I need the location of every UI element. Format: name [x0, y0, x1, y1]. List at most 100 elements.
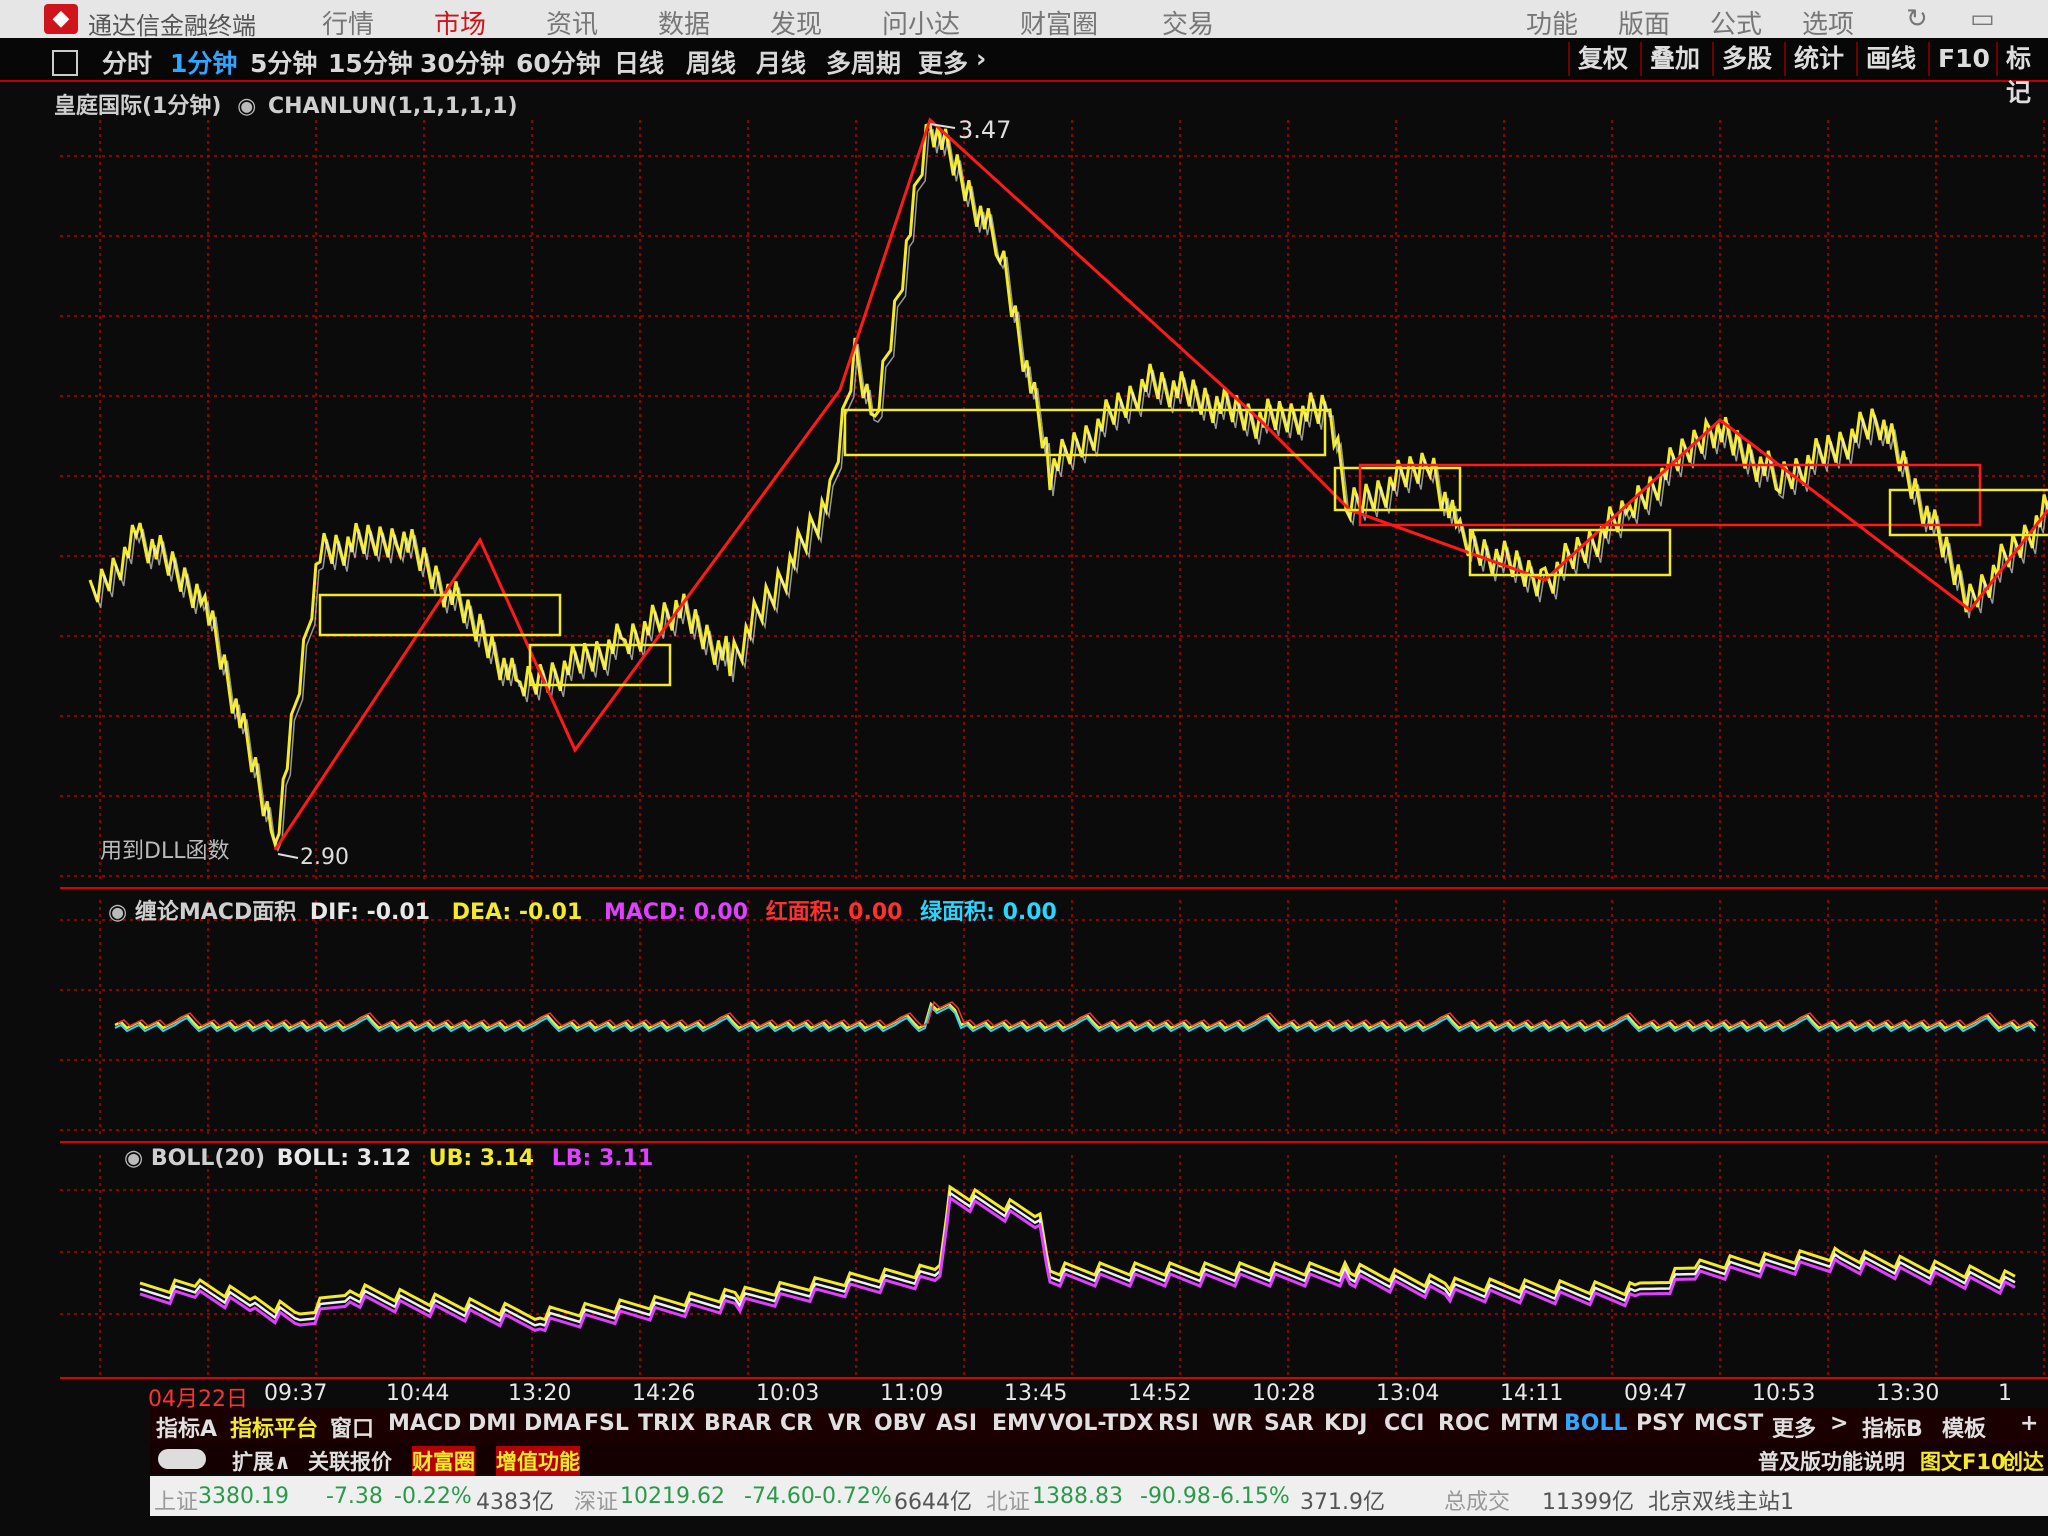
- tool-draw[interactable]: 画线: [1856, 42, 1916, 76]
- menu-item-quotes[interactable]: 行情: [322, 4, 374, 41]
- menu-item-ask[interactable]: 问小达: [882, 4, 960, 41]
- period-toolbar: 分时 1分钟 5分钟 15分钟 30分钟 60分钟 日线 周线 月线 多周期 更…: [0, 38, 2048, 107]
- period-5min[interactable]: 5分钟: [250, 44, 317, 80]
- sh-index-name: 上证: [154, 1490, 199, 1515]
- minimize-icon[interactable]: ▭: [1970, 4, 1995, 34]
- period-1min[interactable]: 1分钟: [170, 44, 237, 80]
- menu-item-formula[interactable]: 公式: [1710, 4, 1762, 41]
- time-axis-label: 13:20: [508, 1381, 572, 1406]
- time-axis-label: 10:28: [1252, 1381, 1316, 1406]
- sidebar-toggle-icon[interactable]: [52, 50, 78, 76]
- low-price-marker: 2.90: [277, 845, 349, 870]
- bz-index-value: 1388.83: [1032, 1484, 1123, 1509]
- low-price-label: 2.90: [300, 845, 349, 870]
- tool-restore-rights[interactable]: 复权: [1568, 42, 1628, 76]
- chart-canvas[interactable]: 3.47 2.90 用到DLL函数: [0, 80, 2048, 1380]
- macd-dea: DEA: -0.01: [451, 900, 583, 925]
- toggle-switch[interactable]: [158, 1449, 206, 1469]
- menu-item-market[interactable]: 市场: [434, 4, 486, 41]
- tab-emv[interactable]: EMV: [992, 1411, 1046, 1436]
- time-axis-label: 10:53: [1752, 1381, 1816, 1406]
- boll-settings-icon[interactable]: ◉: [124, 1146, 143, 1171]
- tab-psy[interactable]: PSY: [1636, 1411, 1684, 1436]
- period-60min[interactable]: 60分钟: [516, 44, 601, 80]
- menu-item-data[interactable]: 数据: [658, 4, 710, 41]
- tab-wr[interactable]: WR: [1212, 1411, 1253, 1436]
- tool-overlay[interactable]: 叠加: [1640, 42, 1700, 76]
- sh-index-amount: 4383亿: [476, 1490, 554, 1515]
- tab-obv[interactable]: OBV: [874, 1411, 926, 1436]
- menu-item-trade[interactable]: 交易: [1162, 4, 1214, 41]
- refresh-icon[interactable]: ↻: [1906, 4, 1928, 34]
- chevron-right-icon[interactable]: >: [1830, 1411, 1848, 1436]
- tab-rsi[interactable]: RSI: [1158, 1411, 1199, 1436]
- tab-vol-tdx[interactable]: VOL-TDX: [1048, 1411, 1154, 1436]
- period-more[interactable]: 更多: [918, 44, 968, 80]
- period-15min[interactable]: 15分钟: [328, 44, 413, 80]
- tab-mtm[interactable]: MTM: [1500, 1411, 1559, 1436]
- time-axis-label: 14:11: [1500, 1381, 1564, 1406]
- tab-expand[interactable]: 扩展∧: [232, 1446, 291, 1476]
- period-multi[interactable]: 多周期: [826, 44, 901, 80]
- macd-value: MACD: 0.00: [603, 900, 749, 925]
- tab-kdj[interactable]: KDJ: [1324, 1411, 1368, 1436]
- tab-window[interactable]: 窗口: [330, 1411, 374, 1443]
- total-turnover-value: 11399亿: [1542, 1490, 1634, 1515]
- tab-indicator-a[interactable]: 指标A: [156, 1411, 217, 1443]
- period-30min[interactable]: 30分钟: [420, 44, 505, 80]
- tab-indicator-platform[interactable]: 指标平台: [230, 1411, 318, 1443]
- link-feature-guide[interactable]: 普及版功能说明: [1758, 1446, 1905, 1476]
- tab-boll[interactable]: BOLL: [1564, 1411, 1628, 1436]
- tab-fsl[interactable]: FSL: [584, 1411, 629, 1436]
- period-intraday[interactable]: 分时: [102, 44, 152, 80]
- tab-wealth-circle[interactable]: 财富圈: [412, 1446, 475, 1476]
- tab-asi[interactable]: ASI: [936, 1411, 977, 1436]
- tab-mcst[interactable]: MCST: [1694, 1411, 1763, 1436]
- menu-item-function[interactable]: 功能: [1526, 4, 1578, 41]
- tab-dmi[interactable]: DMI: [468, 1411, 516, 1436]
- tab-template[interactable]: 模板: [1942, 1411, 1986, 1443]
- tab-cci[interactable]: CCI: [1384, 1411, 1424, 1436]
- tool-multi-stock[interactable]: 多股: [1712, 42, 1772, 76]
- period-monthly[interactable]: 月线: [756, 44, 806, 80]
- add-icon[interactable]: +: [2020, 1411, 2038, 1436]
- tab-indicator-b[interactable]: 指标B: [1862, 1411, 1923, 1443]
- tab-brar[interactable]: BRAR: [704, 1411, 772, 1436]
- tool-f10[interactable]: F10: [1928, 42, 1990, 76]
- tool-mark[interactable]: 标记: [1996, 42, 2048, 107]
- macd-settings-icon[interactable]: ◉: [108, 900, 127, 925]
- bz-index-change: -90.98: [1140, 1484, 1211, 1509]
- tab-cr[interactable]: CR: [780, 1411, 813, 1436]
- period-daily[interactable]: 日线: [614, 44, 664, 80]
- tab-roc[interactable]: ROC: [1438, 1411, 1490, 1436]
- menu-item-options[interactable]: 选项: [1802, 4, 1854, 41]
- time-axis-label: 10:44: [386, 1381, 450, 1406]
- link-chuangda[interactable]: 创达: [2002, 1446, 2044, 1476]
- sz-index-value: 10219.62: [620, 1484, 725, 1509]
- tab-dma[interactable]: DMA: [524, 1411, 581, 1436]
- time-axis-label: 14:26: [632, 1381, 696, 1406]
- macd-red-area: 红面积: 0.00: [765, 900, 903, 925]
- indicator-tabs: 指标A 指标平台 窗口 MACD DMI DMA FSL TRIX BRAR C…: [150, 1408, 2048, 1444]
- chevron-right-icon[interactable]: ›: [976, 44, 986, 73]
- app-logo-icon: ◆: [44, 4, 78, 34]
- menu-item-layout[interactable]: 版面: [1618, 4, 1670, 41]
- boll-panel-title: ◉ BOLL(20) BOLL: 3.12 UB: 3.14 LB: 3.11: [124, 1146, 653, 1171]
- tab-sar[interactable]: SAR: [1264, 1411, 1314, 1436]
- link-f10-graphic[interactable]: 图文F10: [1920, 1446, 2006, 1476]
- sh-index-pct: -0.22%: [394, 1484, 472, 1509]
- period-weekly[interactable]: 周线: [686, 44, 736, 80]
- main-panel-title: 皇庭国际(1分钟) ◉ CHANLUN(1,1,1,1,1): [54, 88, 518, 120]
- tab-value-added[interactable]: 增值功能: [496, 1446, 580, 1476]
- tab-more[interactable]: 更多: [1772, 1411, 1816, 1443]
- tab-macd[interactable]: MACD: [388, 1411, 461, 1436]
- tab-vr[interactable]: VR: [828, 1411, 862, 1436]
- menu-item-news[interactable]: 资讯: [546, 4, 598, 41]
- settings-icon[interactable]: ◉: [237, 94, 256, 119]
- tab-related-quotes[interactable]: 关联报价: [308, 1446, 392, 1476]
- menu-item-wealth[interactable]: 财富圈: [1020, 4, 1098, 41]
- time-axis-label: 09:47: [1624, 1381, 1688, 1406]
- menu-item-discover[interactable]: 发现: [770, 4, 822, 41]
- tab-trix[interactable]: TRIX: [638, 1411, 695, 1436]
- tool-statistics[interactable]: 统计: [1784, 42, 1844, 76]
